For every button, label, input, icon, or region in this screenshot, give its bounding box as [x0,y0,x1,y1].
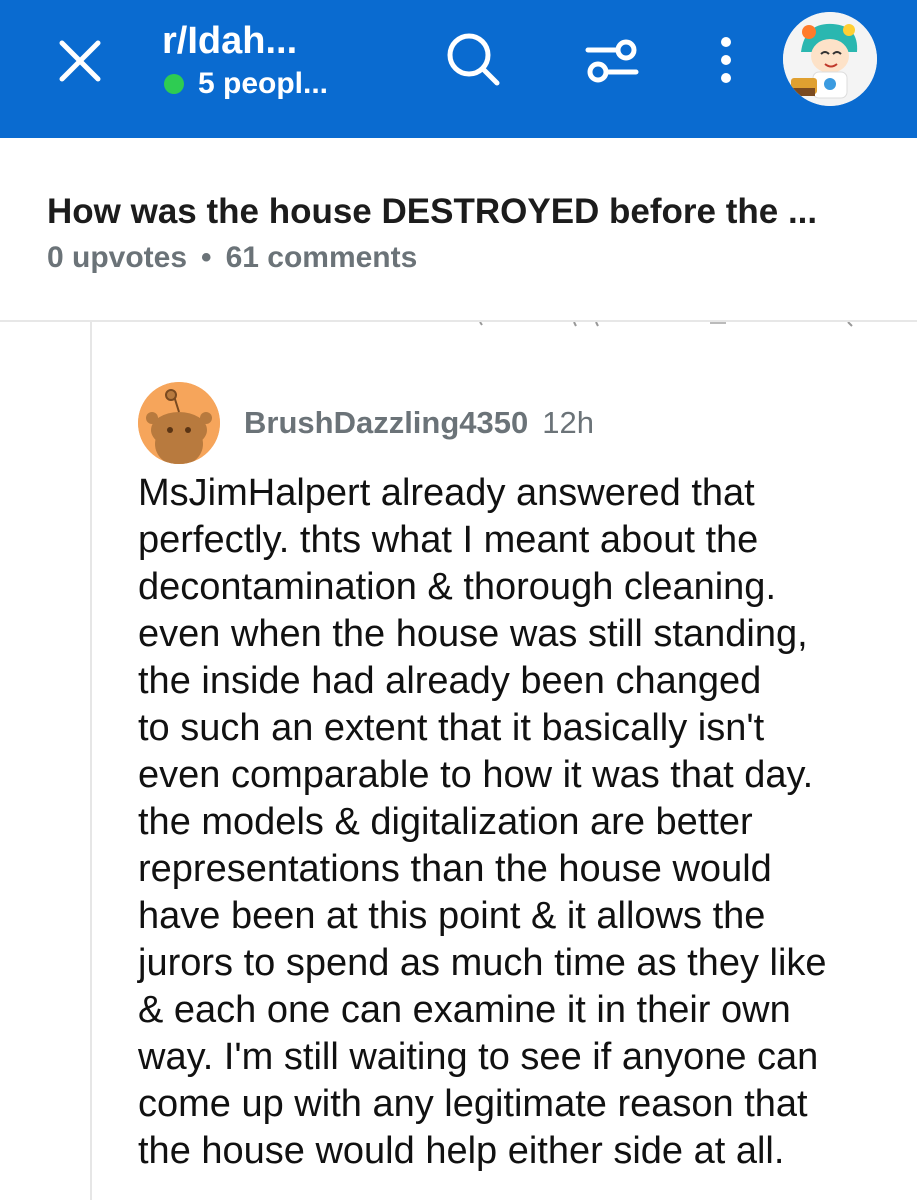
community-name[interactable]: r/Idah... [162,18,328,64]
online-count: 5 peopl... [198,67,329,100]
comment-line: to such an extent that it basically isn'… [138,707,765,749]
comment-meta: BrushDazzling4350 12h [244,403,594,443]
commenter-username[interactable]: BrushDazzling4350 [244,405,528,440]
comment-line: decontamination & thorough cleaning. [138,566,777,608]
comment-line: the models & digitalization are better [138,801,753,843]
comment-line: & each one can examine it in their own [138,989,791,1031]
comment-line: representations than the house would [138,848,772,890]
comment-line: perfectly. thts what I meant about the [138,519,759,561]
more-vertical-icon[interactable] [712,34,740,86]
comment-line: the inside had already been changed [138,660,762,702]
comment-line: jurors to spend as much time as they lik… [138,942,827,984]
comment-line: way. I'm still waiting to see if anyone … [138,1036,819,1078]
search-icon[interactable] [444,30,502,88]
commenter-avatar[interactable] [138,382,220,464]
comment-line: have been at this point & it allows the [138,895,766,937]
comment-thread-line[interactable] [90,322,92,1200]
online-dot-icon [164,74,184,94]
filter-icon[interactable] [584,36,640,86]
close-icon[interactable] [52,33,108,89]
clipped-content-edge [479,322,853,327]
community-title-block[interactable]: r/Idah... 5 peopl... [162,18,328,102]
comment-body: MsJimHalpert already answered that perfe… [138,470,898,1175]
comment-line: come up with any legitimate reason that [138,1083,808,1125]
online-status: 5 peopl... [162,66,328,102]
comment-count: 61 comments [225,241,418,274]
comment-line: even comparable to how it was that day. [138,754,814,796]
post-header[interactable]: How was the house DESTROYED before the .… [0,138,917,320]
comment-line: even when the house was still standing, [138,613,808,655]
upvote-count: 0 upvotes [47,241,188,274]
top-app-bar: r/Idah... 5 peopl... [0,0,917,138]
meta-separator: • [201,241,212,274]
user-avatar[interactable] [783,12,877,106]
post-meta: 0 upvotes • 61 comments [47,238,417,278]
post-title[interactable]: How was the house DESTROYED before the .… [47,190,887,234]
comment-timestamp: 12h [542,405,594,440]
comment-line: MsJimHalpert already answered that [138,472,755,514]
comment-line: the house would help either side at all. [138,1130,785,1172]
